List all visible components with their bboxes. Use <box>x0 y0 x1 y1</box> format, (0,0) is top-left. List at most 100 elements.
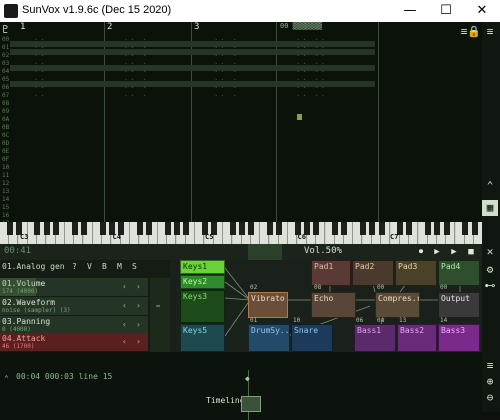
param-waveform[interactable]: 02.Waveform noise (sampler) (3) ‹ › <box>0 297 148 315</box>
module-bass2[interactable]: Bass2 <box>397 324 437 352</box>
module-number: 10 <box>293 317 301 324</box>
black-key[interactable] <box>434 222 441 235</box>
piano-keyboard[interactable]: C3 C4 C5 C6 C7 <box>0 222 482 244</box>
module-compressor[interactable]: Compres.r <box>375 292 420 318</box>
param-panning[interactable]: 03.Panning 0 (4000) ‹ › <box>0 316 148 334</box>
row-number: 07 <box>2 92 10 99</box>
param-value: 46 (1700) <box>2 343 35 350</box>
links-icon[interactable]: ⊷ <box>482 278 498 294</box>
black-key[interactable] <box>43 222 50 235</box>
param-value: 0 (4000) <box>2 326 31 333</box>
timeline-panel[interactable]: ⌃ 00:04 000:03 line 15 ◆ Timeline: <box>0 352 482 420</box>
param-scroll[interactable] <box>150 278 170 352</box>
close-button[interactable]: ✕ <box>464 0 500 22</box>
black-key[interactable] <box>99 222 106 235</box>
track-cells: ·· · ·· · ·· · ·· · ·· · ·· · ·· · ·· · <box>214 36 239 100</box>
black-key[interactable] <box>341 222 348 235</box>
pattern-editor[interactable]: ♇ 1 2 3 00 ▒▒▒▒▒▒▒ ·· ·· ·· ·· ·· ·· ·· ·· ·· ·… <box>0 22 482 222</box>
module-snare[interactable]: Snare <box>291 324 333 352</box>
black-key[interactable] <box>71 222 78 235</box>
stop-icon[interactable]: ■ <box>464 245 478 259</box>
black-key[interactable] <box>462 222 469 235</box>
play-pattern-icon[interactable]: ▶ <box>447 245 461 259</box>
black-key[interactable] <box>471 222 478 235</box>
black-key[interactable] <box>146 222 152 235</box>
black-key[interactable] <box>313 222 320 235</box>
black-key[interactable] <box>239 222 245 235</box>
track-cells: ·· · ·· · ·· · ·· · ·· · ·· · ·· · ·· · <box>124 36 149 100</box>
visualizer-button[interactable]: V <box>87 262 92 271</box>
module-echo[interactable]: Echo <box>311 292 356 318</box>
module-network[interactable]: Keys1 Keys2 Keys3 Keys5 Pad1 Pad2 Pad3 P… <box>170 260 482 352</box>
module-pad4[interactable]: Pad4 <box>438 260 480 286</box>
module-keys3[interactable]: Keys3 <box>180 290 225 323</box>
black-key[interactable] <box>34 222 41 235</box>
black-key[interactable] <box>266 222 273 235</box>
module-drumsynth[interactable]: DrumSy..h <box>248 324 290 352</box>
black-key[interactable] <box>332 222 338 235</box>
window-title: SunVox v1.9.6c (Dec 15 2020) <box>22 4 172 16</box>
module-pad2[interactable]: Pad2 <box>352 260 394 286</box>
menu-logo-icon[interactable]: ♇ <box>2 23 16 37</box>
black-key[interactable] <box>369 222 376 235</box>
decrease-icon[interactable]: ‹ <box>122 282 127 291</box>
settings-icon[interactable]: ⚙ <box>482 262 498 278</box>
black-key[interactable] <box>248 222 255 235</box>
black-key[interactable] <box>164 222 171 235</box>
maximize-button[interactable]: ☐ <box>428 0 464 22</box>
module-pad3[interactable]: Pad3 <box>395 260 437 286</box>
timeline-pattern-block[interactable] <box>241 396 261 412</box>
play-icon[interactable]: ▶ <box>430 245 444 259</box>
black-key[interactable] <box>6 222 13 235</box>
increase-icon[interactable]: › <box>136 337 141 346</box>
black-key[interactable] <box>173 222 180 235</box>
playhead-marker-icon[interactable]: ◆ <box>245 374 250 383</box>
black-key[interactable] <box>443 222 450 235</box>
lock-icon[interactable]: 🔒 <box>466 24 482 40</box>
black-key[interactable] <box>183 222 190 235</box>
black-key[interactable] <box>229 222 236 235</box>
decrease-icon[interactable]: ‹ <box>122 337 127 346</box>
black-key[interactable] <box>425 222 431 235</box>
decrease-icon[interactable]: ‹ <box>122 320 127 329</box>
expand-icon[interactable]: ⇔ <box>156 302 160 310</box>
pattern-grid-icon[interactable]: ▦ <box>482 200 498 216</box>
module-vibrato[interactable]: Vibrato <box>248 292 288 318</box>
module-keys1[interactable]: Keys1 <box>180 260 225 274</box>
module-output[interactable]: Output <box>438 292 480 318</box>
module-bass1[interactable]: Bass1 <box>354 324 396 352</box>
black-key[interactable] <box>53 222 59 235</box>
black-key[interactable] <box>359 222 366 235</box>
decrease-icon[interactable]: ‹ <box>122 301 127 310</box>
black-key[interactable] <box>276 222 283 235</box>
increase-icon[interactable]: › <box>136 282 141 291</box>
record-icon[interactable]: ⏺ <box>414 245 428 259</box>
increase-icon[interactable]: › <box>136 320 141 329</box>
black-key[interactable] <box>378 222 385 235</box>
minimize-button[interactable]: — <box>392 0 428 22</box>
module-name[interactable]: 01.Analog gen <box>2 262 65 271</box>
timeline-chevron-icon[interactable]: ⌃ <box>4 374 9 383</box>
module-keys2[interactable]: Keys2 <box>180 275 225 289</box>
help-button[interactable]: ? <box>72 262 77 271</box>
zoom-in-icon[interactable]: ⊕ <box>482 374 498 390</box>
solo-button[interactable]: S <box>132 262 137 271</box>
row-number: 0D <box>2 140 10 147</box>
module-number: 08 <box>314 284 322 291</box>
volume-readout[interactable]: Vol.50% <box>304 246 342 256</box>
black-key[interactable] <box>406 222 413 235</box>
module-bass3[interactable]: Bass3 <box>438 324 480 352</box>
black-key[interactable] <box>80 222 87 235</box>
menu-icon[interactable]: ≡ <box>482 358 498 374</box>
param-attack[interactable]: 04.Attack 46 (1700) ‹ › <box>0 333 148 351</box>
increase-icon[interactable]: › <box>136 301 141 310</box>
module-keys5[interactable]: Keys5 <box>180 324 225 352</box>
module-pad1[interactable]: Pad1 <box>311 260 351 286</box>
close-icon[interactable]: ✕ <box>482 244 498 260</box>
mute-button[interactable]: M <box>117 262 122 271</box>
zoom-out-icon[interactable]: ⊖ <box>482 390 498 406</box>
menu-icon[interactable]: ≡ <box>482 24 498 40</box>
bypass-button[interactable]: B <box>102 262 107 271</box>
black-key[interactable] <box>136 222 143 235</box>
param-volume[interactable]: 01.Volume 174 (4000) ‹ › <box>0 278 148 296</box>
